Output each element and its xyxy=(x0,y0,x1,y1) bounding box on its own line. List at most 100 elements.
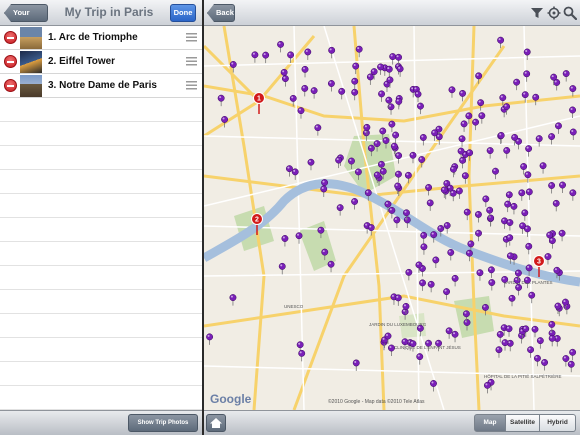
poi-pin[interactable] xyxy=(262,51,270,64)
poi-pin[interactable] xyxy=(394,294,402,306)
poi-pin[interactable] xyxy=(447,249,455,261)
map-mode-hybrid[interactable]: Hybrid xyxy=(540,414,576,432)
poi-pin[interactable] xyxy=(508,294,516,307)
poi-pin[interactable] xyxy=(488,279,496,291)
poi-pin[interactable] xyxy=(562,70,570,82)
poi-pin[interactable] xyxy=(482,195,490,207)
poi-pin[interactable] xyxy=(449,165,457,178)
show-trip-photos-button[interactable]: Show Trip Photos xyxy=(128,414,198,432)
poi-pin[interactable] xyxy=(395,152,403,164)
poi-pin[interactable] xyxy=(396,65,404,77)
poi-pin[interactable] xyxy=(295,232,303,244)
poi-pin[interactable] xyxy=(394,170,402,183)
poi-pin[interactable] xyxy=(327,80,335,92)
poi-pin[interactable] xyxy=(503,147,511,159)
poi-pin[interactable] xyxy=(472,118,480,131)
poi-pin[interactable] xyxy=(281,75,289,87)
poi-pin[interactable] xyxy=(430,380,437,392)
poi-pin[interactable] xyxy=(432,256,440,268)
poi-pin[interactable] xyxy=(338,87,346,100)
poi-pin[interactable] xyxy=(420,243,428,255)
poi-pin[interactable] xyxy=(378,90,385,102)
poi-pin[interactable] xyxy=(487,214,495,227)
search-icon[interactable] xyxy=(563,6,577,20)
map-mode-map[interactable]: Map xyxy=(474,414,506,432)
poi-pin[interactable] xyxy=(541,359,549,371)
poi-pin[interactable] xyxy=(525,242,533,255)
poi-pin[interactable] xyxy=(366,73,374,85)
poi-pin[interactable] xyxy=(320,185,328,197)
poi-pin[interactable] xyxy=(475,72,483,84)
poi-pin[interactable] xyxy=(451,330,459,343)
poi-pin[interactable] xyxy=(505,325,513,337)
list-item[interactable]: 3. Notre Dame de Paris xyxy=(0,74,202,98)
poi-pin[interactable] xyxy=(534,354,541,367)
poi-pin[interactable] xyxy=(430,231,438,243)
poi-pin[interactable] xyxy=(377,63,385,75)
poi-pin[interactable] xyxy=(277,40,285,53)
poi-pin[interactable] xyxy=(506,234,514,246)
locate-icon[interactable] xyxy=(547,6,561,20)
poi-pin[interactable] xyxy=(403,216,411,228)
poi-pin[interactable] xyxy=(504,200,512,213)
delete-icon[interactable] xyxy=(4,79,17,92)
done-button[interactable]: Done xyxy=(170,4,196,22)
poi-pin[interactable] xyxy=(419,133,427,146)
poi-pin[interactable] xyxy=(492,167,499,180)
poi-pin[interactable] xyxy=(445,327,453,339)
filter-icon[interactable] xyxy=(530,6,544,20)
reorder-handle-icon[interactable] xyxy=(186,57,197,67)
map-canvas[interactable]: UNESCOJARDIN DU LUXEMBOURGJARDIN DES PLA… xyxy=(204,26,580,410)
poi-pin[interactable] xyxy=(478,112,486,124)
your-trips-button[interactable]: Your Trips xyxy=(4,4,48,22)
poi-pin[interactable] xyxy=(569,106,577,118)
poi-pin[interactable] xyxy=(544,253,552,265)
poi-pin[interactable] xyxy=(536,337,544,349)
poi-pin[interactable] xyxy=(251,51,259,63)
poi-pin[interactable] xyxy=(448,86,456,98)
poi-pin[interactable] xyxy=(301,84,309,97)
poi-pin[interactable] xyxy=(513,78,521,91)
poi-pin[interactable] xyxy=(554,302,562,315)
poi-pin[interactable] xyxy=(455,187,463,199)
poi-pin[interactable] xyxy=(475,229,482,242)
poi-pin[interactable] xyxy=(327,260,335,273)
poi-pin[interactable] xyxy=(417,102,424,115)
poi-pin[interactable] xyxy=(351,198,359,210)
poi-pin[interactable] xyxy=(567,360,575,373)
poi-pin[interactable] xyxy=(206,333,214,345)
poi-pin[interactable] xyxy=(553,79,561,91)
poi-pin[interactable] xyxy=(301,65,309,78)
poi-pin[interactable] xyxy=(569,348,577,361)
poi-pin[interactable] xyxy=(539,162,547,174)
poi-pin[interactable] xyxy=(495,346,503,358)
list-item[interactable]: 1. Arc de Triomphe xyxy=(0,26,202,50)
map-mode-satellite[interactable]: Satellite xyxy=(506,414,540,432)
poi-pin[interactable] xyxy=(307,158,315,171)
poi-pin[interactable] xyxy=(548,237,556,249)
poi-pin[interactable] xyxy=(558,229,566,242)
poi-pin[interactable] xyxy=(278,262,286,275)
poi-pin[interactable] xyxy=(388,206,396,219)
poi-pin[interactable] xyxy=(501,275,509,288)
poi-pin[interactable] xyxy=(419,279,426,291)
poi-pin[interactable] xyxy=(393,216,401,228)
poi-pin[interactable] xyxy=(395,97,403,110)
poi-pin[interactable] xyxy=(525,145,533,157)
back-button[interactable]: Back xyxy=(207,4,235,22)
poi-pin[interactable] xyxy=(229,294,237,306)
poi-pin[interactable] xyxy=(426,199,434,211)
poi-pin[interactable] xyxy=(385,65,393,78)
poi-pin[interactable] xyxy=(420,231,428,244)
poi-pin[interactable] xyxy=(548,334,556,347)
poi-pin[interactable] xyxy=(466,149,474,161)
poi-pin[interactable] xyxy=(555,122,562,134)
poi-pin[interactable] xyxy=(569,85,577,97)
home-button[interactable] xyxy=(206,414,226,432)
poi-pin[interactable] xyxy=(569,189,577,201)
poi-pin[interactable] xyxy=(217,94,225,107)
poi-pin[interactable] xyxy=(548,133,556,145)
poi-pin[interactable] xyxy=(525,188,533,200)
poi-pin[interactable] xyxy=(483,381,491,394)
poi-pin[interactable] xyxy=(569,128,577,141)
